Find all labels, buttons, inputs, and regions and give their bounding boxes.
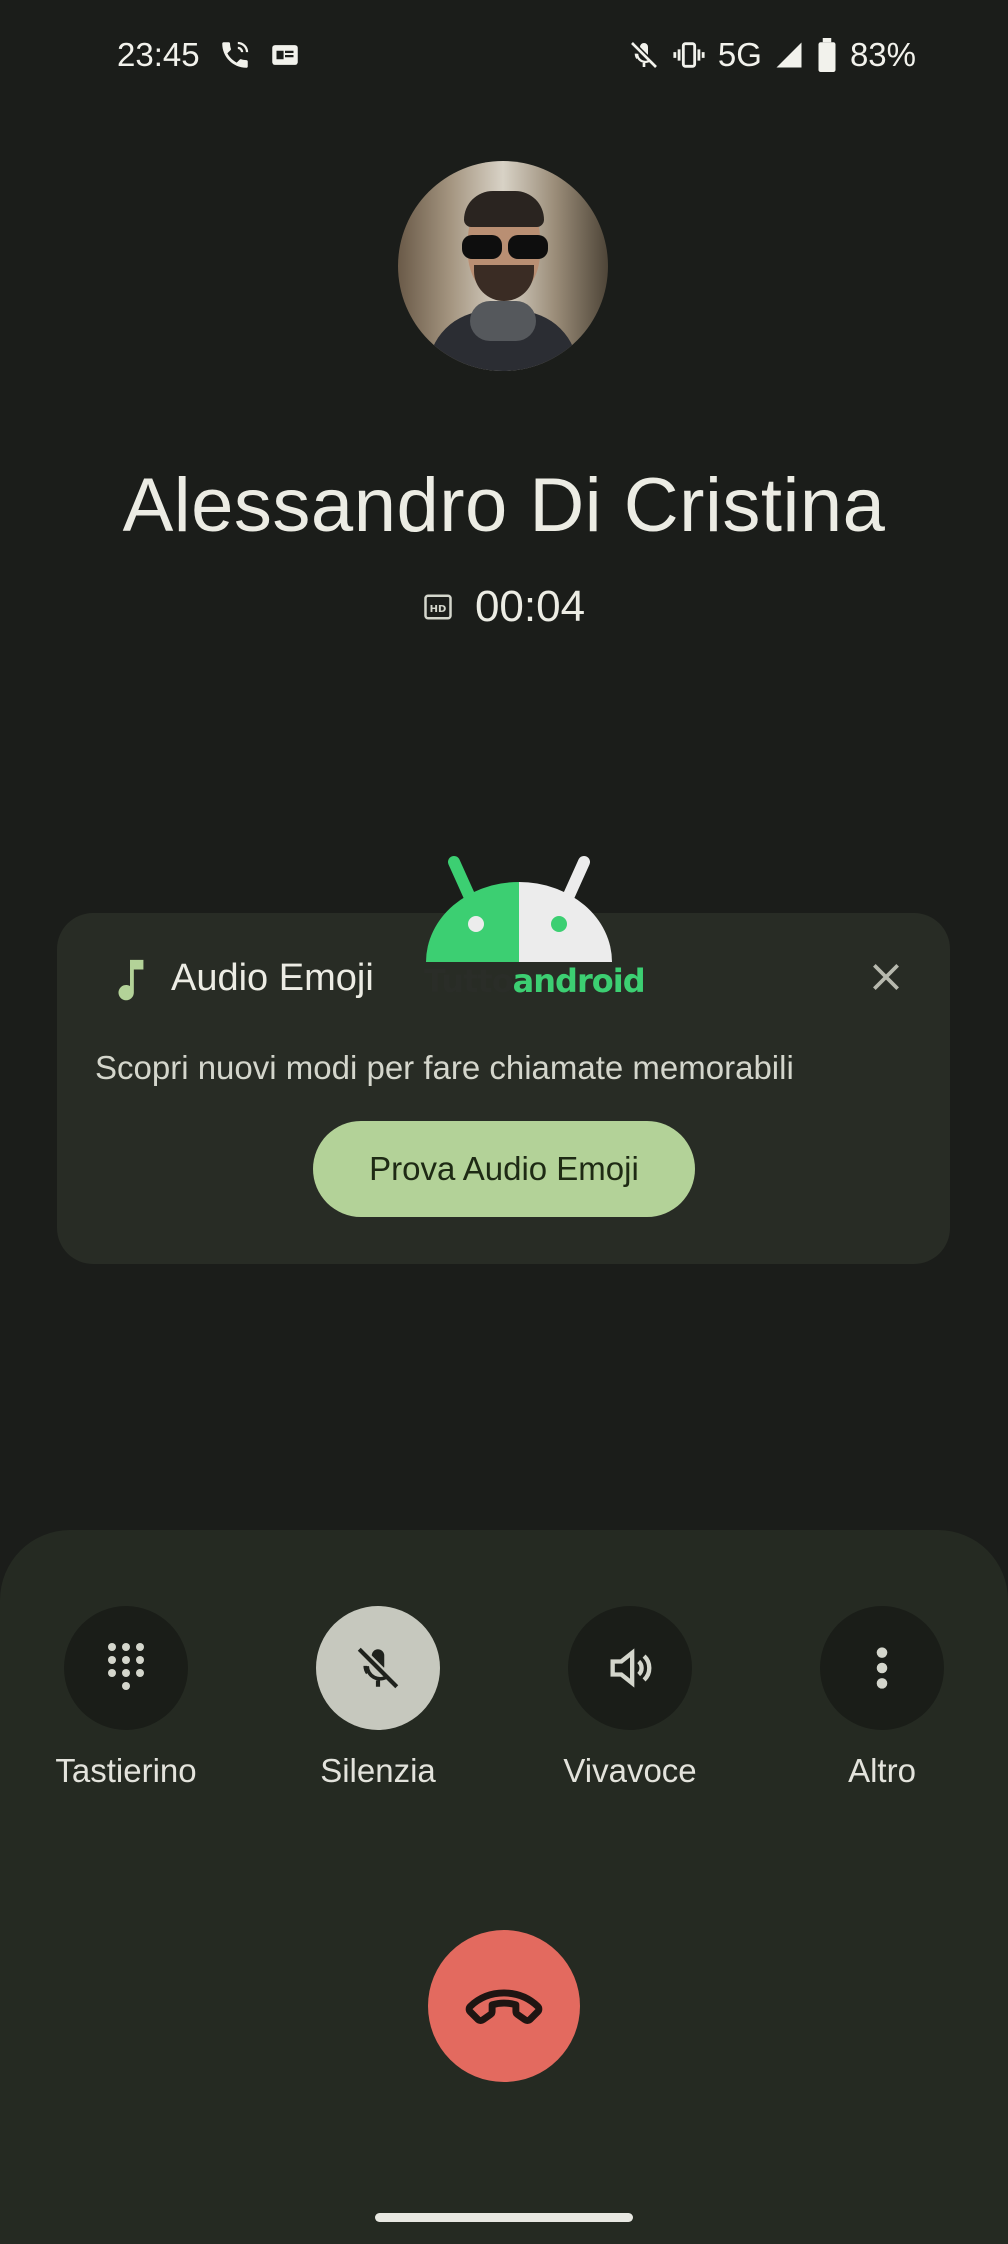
speaker-icon — [610, 1648, 652, 1688]
dialpad-icon — [108, 1643, 144, 1690]
mic-off-icon — [628, 39, 660, 71]
mute-button[interactable]: Silenzia — [278, 1606, 478, 1790]
vibrate-icon — [672, 38, 706, 72]
status-time: 23:45 — [117, 36, 200, 73]
network-type: 5G — [717, 36, 762, 73]
dialpad-label: Tastierino — [55, 1752, 197, 1789]
mute-label: Silenzia — [320, 1752, 436, 1789]
sim-card-icon — [268, 38, 302, 77]
caller-avatar — [398, 161, 608, 371]
more-button[interactable]: Altro — [782, 1606, 982, 1790]
caller-name: Alessandro Di Cristina — [122, 463, 886, 548]
mic-off-icon — [357, 1647, 399, 1689]
dialpad-button[interactable]: Tastierino — [26, 1606, 226, 1790]
status-bar: 23:45 5G 83% — [0, 0, 1008, 114]
svg-text:HD: HD — [430, 604, 447, 615]
music-note-icon — [107, 955, 153, 1012]
hd-icon: HD — [424, 594, 452, 620]
close-icon[interactable] — [866, 957, 906, 997]
call-icon — [218, 38, 252, 77]
more-label: Altro — [848, 1752, 916, 1789]
call-timer: 00:04 — [474, 582, 586, 631]
try-audio-emoji-button[interactable]: Prova Audio Emoji — [313, 1121, 695, 1217]
card-title: Audio Emoji — [171, 957, 374, 999]
watermark-text: Tuttoandroid — [424, 962, 646, 1000]
signal-icon — [774, 40, 804, 70]
home-indicator[interactable] — [375, 2213, 633, 2222]
battery-level: 83% — [849, 36, 916, 73]
end-call-button[interactable] — [428, 1930, 580, 2082]
speaker-button[interactable]: Vivavoce — [530, 1606, 730, 1790]
card-description: Scopri nuovi modi per fare chiamate memo… — [95, 1049, 794, 1086]
call-end-icon — [465, 1989, 543, 2024]
more-vert-icon — [876, 1647, 888, 1689]
speaker-label: Vivavoce — [563, 1752, 697, 1789]
battery-icon — [816, 38, 838, 72]
call-info: HD 00:04 — [0, 582, 1008, 632]
